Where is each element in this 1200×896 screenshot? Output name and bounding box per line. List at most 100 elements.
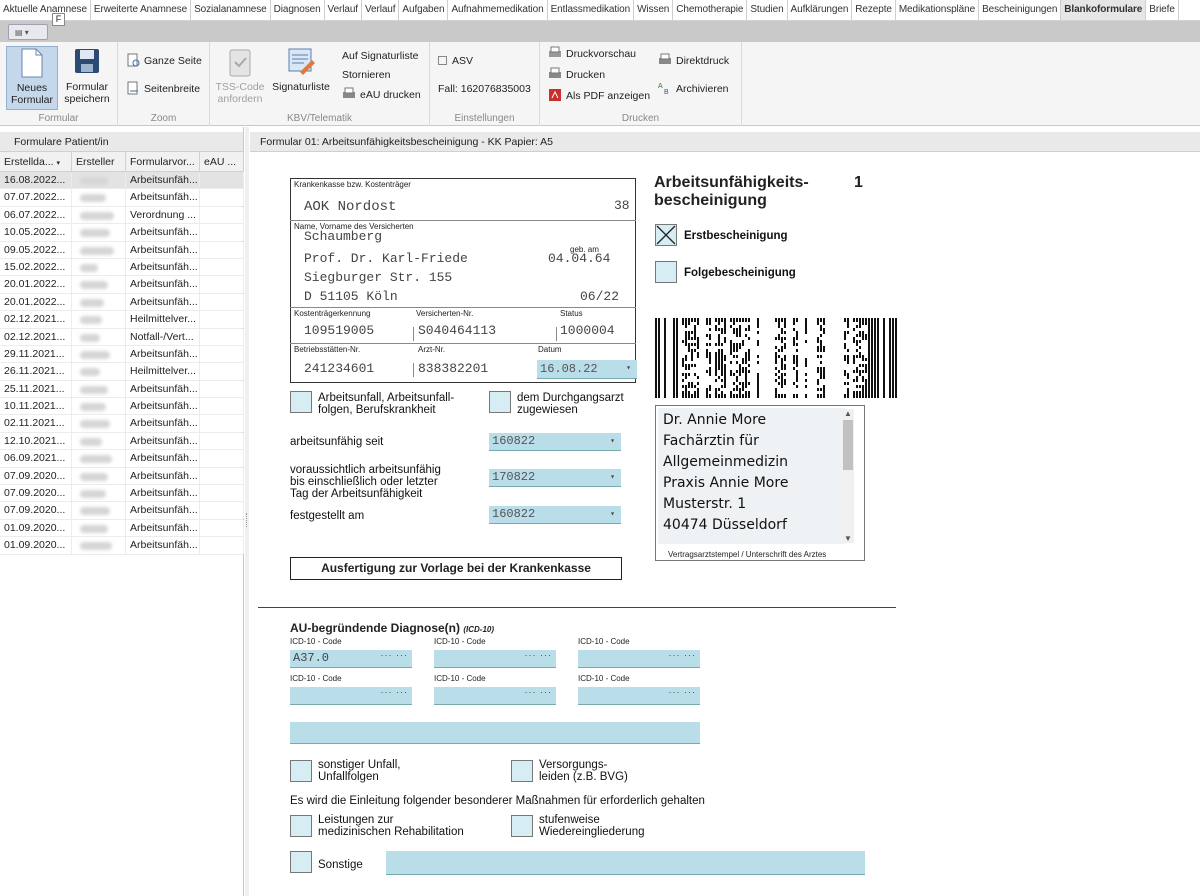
form-list-row[interactable]: 06.07.2022... Verordnung ... xyxy=(0,206,244,225)
tab-sozialanamnese[interactable]: Sozialanamnese xyxy=(191,0,271,20)
more-dots-icon[interactable]: ··· ··· xyxy=(525,650,552,660)
tab-bescheinigungen[interactable]: Bescheinigungen xyxy=(979,0,1062,20)
tab-aufnahmemedikation[interactable]: Aufnahmemedikation xyxy=(448,0,548,20)
datum-dropdown[interactable]: 16.08.22 ▾ xyxy=(537,360,637,379)
diagnosis-text-field[interactable] xyxy=(290,722,700,744)
print-preview-button[interactable]: Druckvorschau xyxy=(548,45,636,63)
icd-code-field[interactable]: ··· ··· xyxy=(290,687,412,705)
kk-value[interactable]: AOK Nordost xyxy=(304,199,396,215)
more-dots-icon[interactable]: ··· ··· xyxy=(669,650,696,660)
icd-code-field[interactable]: ··· ··· xyxy=(434,650,556,668)
tss-code-button[interactable]: TSS-Code anfordern xyxy=(214,46,266,105)
form-list-row[interactable]: 07.09.2020... Arbeitsunfäh... xyxy=(0,485,244,503)
festgestellt-dropdown[interactable]: 160822 ▾ xyxy=(489,506,621,524)
column-header-form[interactable]: Formularvor... xyxy=(126,152,200,172)
form-list-row[interactable]: 02.12.2021... Heilmittelver... xyxy=(0,311,244,329)
form-list-row[interactable]: 09.05.2022... Arbeitsunfäh... xyxy=(0,241,244,259)
status-value[interactable]: 1000004 xyxy=(560,323,615,338)
form-list-row[interactable]: 07.07.2022... Arbeitsunfäh... xyxy=(0,189,244,207)
add-to-signaturliste-button[interactable]: Auf Signaturliste xyxy=(342,47,418,65)
form-list-row[interactable]: 12.10.2021... Arbeitsunfäh... xyxy=(0,432,244,451)
form-list-row[interactable]: 02.12.2021... Notfall-/Vert... xyxy=(0,328,244,346)
tab-aufgaben[interactable]: Aufgaben xyxy=(399,0,449,20)
form-list-row[interactable]: 10.05.2022... Arbeitsunfäh... xyxy=(0,224,244,242)
patient-street[interactable]: Siegburger Str. 155 xyxy=(304,270,452,285)
form-list-row[interactable]: 16.08.2022... Arbeitsunfäh... xyxy=(0,172,244,190)
direct-print-button[interactable]: Direktdruck xyxy=(658,52,729,70)
tab-blankoformulare[interactable]: Blankoformulare xyxy=(1061,0,1147,20)
form-list-row[interactable]: 07.09.2020... Arbeitsunfäh... xyxy=(0,502,244,520)
erstbescheinigung-checkbox[interactable] xyxy=(655,224,677,246)
column-header-eau[interactable]: eAU ... xyxy=(200,152,244,172)
folgebescheinigung-checkbox[interactable] xyxy=(655,261,677,283)
versorgungsleiden-checkbox[interactable] xyxy=(511,760,533,782)
quick-access-menu-button[interactable]: ▤ ▾ xyxy=(8,24,48,40)
tab-diagnosen[interactable]: Diagnosen xyxy=(271,0,325,20)
more-dots-icon[interactable]: ··· ··· xyxy=(669,687,696,697)
signaturliste-button[interactable]: Signaturliste xyxy=(270,46,332,93)
print-button[interactable]: Drucken xyxy=(548,66,605,84)
tab-aktuelle-anamnese[interactable]: Aktuelle Anamnese xyxy=(0,0,91,20)
reha-checkbox[interactable] xyxy=(290,815,312,837)
arzt-value[interactable]: 838382201 xyxy=(418,361,488,376)
show-pdf-button[interactable]: Als PDF anzeigen xyxy=(548,87,650,105)
eau-print-button[interactable]: eAU drucken xyxy=(342,86,421,104)
tab-verlauf[interactable]: Verlauf xyxy=(362,0,400,20)
more-dots-icon[interactable]: ··· ··· xyxy=(381,650,408,660)
zoom-whole-page-button[interactable]: Ganze Seite xyxy=(126,52,202,70)
patient-city[interactable]: D 51105 Köln xyxy=(304,289,398,304)
patient-dob[interactable]: 04.04.64 xyxy=(548,251,610,266)
form-list-row[interactable]: 01.09.2020... Arbeitsunfäh... xyxy=(0,537,244,555)
form-list-row[interactable]: 29.11.2021... Arbeitsunfäh... xyxy=(0,345,244,364)
tab-verlauf[interactable]: Verlauf xyxy=(325,0,362,20)
column-header-author[interactable]: Ersteller xyxy=(72,152,126,172)
form-list-row[interactable]: 15.02.2022... Arbeitsunfäh... xyxy=(0,258,244,277)
icd-code-field[interactable]: A37.0 ··· ··· xyxy=(290,650,412,668)
panel-splitter[interactable] xyxy=(245,127,249,896)
tab-studien[interactable]: Studien xyxy=(747,0,788,20)
archive-button[interactable]: A B Archivieren xyxy=(658,80,729,98)
bsnr-value[interactable]: 241234601 xyxy=(304,361,374,376)
patient-firstname[interactable]: Prof. Dr. Karl-Friede xyxy=(304,251,468,266)
tab-rezepte[interactable]: Rezepte xyxy=(852,0,896,20)
patient-lastname[interactable]: Schaumberg xyxy=(304,229,382,244)
au-bis-dropdown[interactable]: 170822 ▾ xyxy=(489,469,621,487)
wiedereingliederung-checkbox[interactable] xyxy=(511,815,533,837)
tab-briefe[interactable]: Briefe xyxy=(1146,0,1179,20)
arbeitsunfall-checkbox[interactable] xyxy=(290,391,312,413)
sonstige-text-field[interactable] xyxy=(386,851,865,875)
tab-aufklärungen[interactable]: Aufklärungen xyxy=(788,0,853,20)
sonstige-checkbox[interactable] xyxy=(290,851,312,873)
form-list-row[interactable]: 07.09.2020... Arbeitsunfäh... xyxy=(0,467,244,486)
sonstiger-unfall-checkbox[interactable] xyxy=(290,760,312,782)
form-list-row[interactable]: 25.11.2021... Arbeitsunfäh... xyxy=(0,380,244,399)
more-dots-icon[interactable]: ··· ··· xyxy=(381,687,408,697)
form-list-row[interactable]: 06.09.2021... Arbeitsunfäh... xyxy=(0,450,244,468)
cancel-button[interactable]: Stornieren xyxy=(342,66,390,84)
tab-erweiterte-anamnese[interactable]: Erweiterte Anamnese xyxy=(91,0,192,20)
icd-code-field[interactable]: ··· ··· xyxy=(434,687,556,705)
zoom-page-width-button[interactable]: Seitenbreite xyxy=(126,80,200,98)
textarea-scrollbar[interactable]: ▲ ▼ xyxy=(842,409,854,543)
form-list-row[interactable]: 02.11.2021... Arbeitsunfäh... xyxy=(0,415,244,433)
tab-wissen[interactable]: Wissen xyxy=(634,0,674,20)
kt-value[interactable]: 109519005 xyxy=(304,323,374,338)
vnr-value[interactable]: S040464113 xyxy=(418,323,496,338)
form-list-row[interactable]: 10.11.2021... Arbeitsunfäh... xyxy=(0,398,244,416)
icd-code-field[interactable]: ··· ··· xyxy=(578,650,700,668)
asv-checkbox[interactable]: ASV xyxy=(438,52,473,70)
form-list-row[interactable]: 20.01.2022... Arbeitsunfäh... xyxy=(0,293,244,312)
save-form-button[interactable]: Formular speichern xyxy=(62,46,112,105)
scrollbar-thumb[interactable] xyxy=(843,420,853,470)
form-list-row[interactable]: 01.09.2020... Arbeitsunfäh... xyxy=(0,519,244,538)
icd-code-field[interactable]: ··· ··· xyxy=(578,687,700,705)
new-form-button[interactable]: Neues Formular xyxy=(6,46,58,110)
au-seit-dropdown[interactable]: 160822 ▾ xyxy=(489,433,621,451)
more-dots-icon[interactable]: ··· ··· xyxy=(525,687,552,697)
tab-chemotherapie[interactable]: Chemotherapie xyxy=(673,0,748,20)
doctor-stamp-textarea[interactable]: Dr. Annie More Fachärztin für Allgemeinmed… xyxy=(658,408,846,544)
column-header-date[interactable]: Erstellda... ▾ xyxy=(0,152,72,172)
form-list-row[interactable]: 20.01.2022... Arbeitsunfäh... xyxy=(0,276,244,294)
form-list-row[interactable]: 26.11.2021... Heilmittelver... xyxy=(0,363,244,381)
durchgangsarzt-checkbox[interactable] xyxy=(489,391,511,413)
